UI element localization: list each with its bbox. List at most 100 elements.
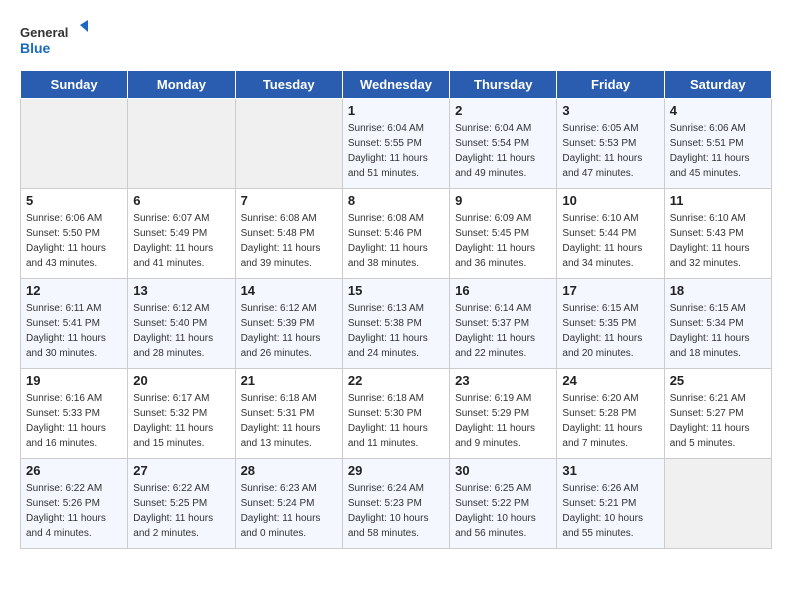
day-number: 27: [133, 463, 229, 478]
day-number: 13: [133, 283, 229, 298]
day-number: 11: [670, 193, 766, 208]
day-number: 12: [26, 283, 122, 298]
day-info: Sunrise: 6:20 AM Sunset: 5:28 PM Dayligh…: [562, 391, 658, 451]
weekday-header-monday: Monday: [128, 71, 235, 99]
calendar-cell: 23 Sunrise: 6:19 AM Sunset: 5:29 PM Dayli…: [450, 369, 557, 459]
calendar-cell: 13 Sunrise: 6:12 AM Sunset: 5:40 PM Dayli…: [128, 279, 235, 369]
calendar-cell: 4Sunrise: 6:06 AM Sunset: 5:51 PM Daylig…: [664, 99, 771, 189]
calendar-cell: [128, 99, 235, 189]
week-row-4: 19 Sunrise: 6:16 AM Sunset: 5:33 PM Dayli…: [21, 369, 772, 459]
day-number: 20: [133, 373, 229, 388]
calendar-cell: 17 Sunrise: 6:15 AM Sunset: 5:35 PM Dayli…: [557, 279, 664, 369]
calendar-cell: 7 Sunrise: 6:08 AM Sunset: 5:48 PM Daylig…: [235, 189, 342, 279]
day-info: Sunrise: 6:06 AM Sunset: 5:50 PM Dayligh…: [26, 211, 122, 271]
day-number: 9: [455, 193, 551, 208]
calendar-body: 1Sunrise: 6:04 AM Sunset: 5:55 PM Daylig…: [21, 99, 772, 549]
calendar-cell: 28 Sunrise: 6:23 AM Sunset: 5:24 PM Dayli…: [235, 459, 342, 549]
day-number: 14: [241, 283, 337, 298]
day-number: 21: [241, 373, 337, 388]
day-number: 28: [241, 463, 337, 478]
day-info: Sunrise: 6:07 AM Sunset: 5:49 PM Dayligh…: [133, 211, 229, 271]
day-info: Sunrise: 6:15 AM Sunset: 5:35 PM Dayligh…: [562, 301, 658, 361]
day-number: 30: [455, 463, 551, 478]
calendar-cell: 11 Sunrise: 6:10 AM Sunset: 5:43 PM Dayli…: [664, 189, 771, 279]
week-row-5: 26 Sunrise: 6:22 AM Sunset: 5:26 PM Dayli…: [21, 459, 772, 549]
day-number: 29: [348, 463, 444, 478]
calendar-cell: 10 Sunrise: 6:10 AM Sunset: 5:44 PM Dayli…: [557, 189, 664, 279]
day-number: 17: [562, 283, 658, 298]
day-number: 8: [348, 193, 444, 208]
calendar-table: SundayMondayTuesdayWednesdayThursdayFrid…: [20, 70, 772, 549]
day-info: Sunrise: 6:10 AM Sunset: 5:44 PM Dayligh…: [562, 211, 658, 271]
day-info: Sunrise: 6:05 AM Sunset: 5:53 PM Dayligh…: [562, 121, 658, 181]
day-number: 6: [133, 193, 229, 208]
calendar-cell: 25 Sunrise: 6:21 AM Sunset: 5:27 PM Dayli…: [664, 369, 771, 459]
weekday-header-tuesday: Tuesday: [235, 71, 342, 99]
weekday-header-sunday: Sunday: [21, 71, 128, 99]
day-info: Sunrise: 6:21 AM Sunset: 5:27 PM Dayligh…: [670, 391, 766, 451]
calendar-cell: [235, 99, 342, 189]
day-number: 15: [348, 283, 444, 298]
day-number: 3: [562, 103, 658, 118]
day-number: 7: [241, 193, 337, 208]
day-number: 26: [26, 463, 122, 478]
weekday-header-row: SundayMondayTuesdayWednesdayThursdayFrid…: [21, 71, 772, 99]
day-info: Sunrise: 6:26 AM Sunset: 5:21 PM Dayligh…: [562, 481, 658, 541]
day-info: Sunrise: 6:13 AM Sunset: 5:38 PM Dayligh…: [348, 301, 444, 361]
week-row-1: 1Sunrise: 6:04 AM Sunset: 5:55 PM Daylig…: [21, 99, 772, 189]
day-info: Sunrise: 6:23 AM Sunset: 5:24 PM Dayligh…: [241, 481, 337, 541]
weekday-header-saturday: Saturday: [664, 71, 771, 99]
day-number: 5: [26, 193, 122, 208]
calendar-cell: 1Sunrise: 6:04 AM Sunset: 5:55 PM Daylig…: [342, 99, 449, 189]
day-info: Sunrise: 6:18 AM Sunset: 5:30 PM Dayligh…: [348, 391, 444, 451]
day-info: Sunrise: 6:25 AM Sunset: 5:22 PM Dayligh…: [455, 481, 551, 541]
day-number: 31: [562, 463, 658, 478]
calendar-cell: 24Sunrise: 6:20 AM Sunset: 5:28 PM Dayli…: [557, 369, 664, 459]
calendar-cell: 18 Sunrise: 6:15 AM Sunset: 5:34 PM Dayli…: [664, 279, 771, 369]
page-header: General Blue: [20, 20, 772, 60]
day-info: Sunrise: 6:12 AM Sunset: 5:40 PM Dayligh…: [133, 301, 229, 361]
day-info: Sunrise: 6:17 AM Sunset: 5:32 PM Dayligh…: [133, 391, 229, 451]
week-row-2: 5 Sunrise: 6:06 AM Sunset: 5:50 PM Daylig…: [21, 189, 772, 279]
logo: General Blue: [20, 20, 90, 60]
calendar-cell: 3 Sunrise: 6:05 AM Sunset: 5:53 PM Daylig…: [557, 99, 664, 189]
calendar-cell: 22 Sunrise: 6:18 AM Sunset: 5:30 PM Dayli…: [342, 369, 449, 459]
calendar-cell: 8 Sunrise: 6:08 AM Sunset: 5:46 PM Daylig…: [342, 189, 449, 279]
day-number: 10: [562, 193, 658, 208]
day-number: 19: [26, 373, 122, 388]
calendar-cell: 6 Sunrise: 6:07 AM Sunset: 5:49 PM Daylig…: [128, 189, 235, 279]
day-number: 18: [670, 283, 766, 298]
calendar-cell: 21 Sunrise: 6:18 AM Sunset: 5:31 PM Dayli…: [235, 369, 342, 459]
svg-text:General: General: [20, 25, 68, 40]
day-info: Sunrise: 6:19 AM Sunset: 5:29 PM Dayligh…: [455, 391, 551, 451]
day-number: 25: [670, 373, 766, 388]
day-info: Sunrise: 6:15 AM Sunset: 5:34 PM Dayligh…: [670, 301, 766, 361]
calendar-cell: [21, 99, 128, 189]
day-info: Sunrise: 6:10 AM Sunset: 5:43 PM Dayligh…: [670, 211, 766, 271]
weekday-header-friday: Friday: [557, 71, 664, 99]
day-info: Sunrise: 6:09 AM Sunset: 5:45 PM Dayligh…: [455, 211, 551, 271]
week-row-3: 12Sunrise: 6:11 AM Sunset: 5:41 PM Dayli…: [21, 279, 772, 369]
calendar-cell: 2Sunrise: 6:04 AM Sunset: 5:54 PM Daylig…: [450, 99, 557, 189]
day-info: Sunrise: 6:22 AM Sunset: 5:26 PM Dayligh…: [26, 481, 122, 541]
svg-text:Blue: Blue: [20, 40, 51, 56]
day-info: Sunrise: 6:08 AM Sunset: 5:48 PM Dayligh…: [241, 211, 337, 271]
day-info: Sunrise: 6:16 AM Sunset: 5:33 PM Dayligh…: [26, 391, 122, 451]
day-info: Sunrise: 6:08 AM Sunset: 5:46 PM Dayligh…: [348, 211, 444, 271]
weekday-header-thursday: Thursday: [450, 71, 557, 99]
calendar-cell: 27Sunrise: 6:22 AM Sunset: 5:25 PM Dayli…: [128, 459, 235, 549]
day-number: 23: [455, 373, 551, 388]
weekday-header-wednesday: Wednesday: [342, 71, 449, 99]
calendar-cell: 5 Sunrise: 6:06 AM Sunset: 5:50 PM Daylig…: [21, 189, 128, 279]
calendar-cell: 20 Sunrise: 6:17 AM Sunset: 5:32 PM Dayli…: [128, 369, 235, 459]
day-number: 16: [455, 283, 551, 298]
day-number: 2: [455, 103, 551, 118]
calendar-cell: [664, 459, 771, 549]
calendar-cell: 16Sunrise: 6:14 AM Sunset: 5:37 PM Dayli…: [450, 279, 557, 369]
calendar-cell: 9 Sunrise: 6:09 AM Sunset: 5:45 PM Daylig…: [450, 189, 557, 279]
day-info: Sunrise: 6:18 AM Sunset: 5:31 PM Dayligh…: [241, 391, 337, 451]
day-number: 22: [348, 373, 444, 388]
calendar-cell: 30 Sunrise: 6:25 AM Sunset: 5:22 PM Dayli…: [450, 459, 557, 549]
calendar-cell: 19 Sunrise: 6:16 AM Sunset: 5:33 PM Dayli…: [21, 369, 128, 459]
logo-svg: General Blue: [20, 20, 90, 60]
